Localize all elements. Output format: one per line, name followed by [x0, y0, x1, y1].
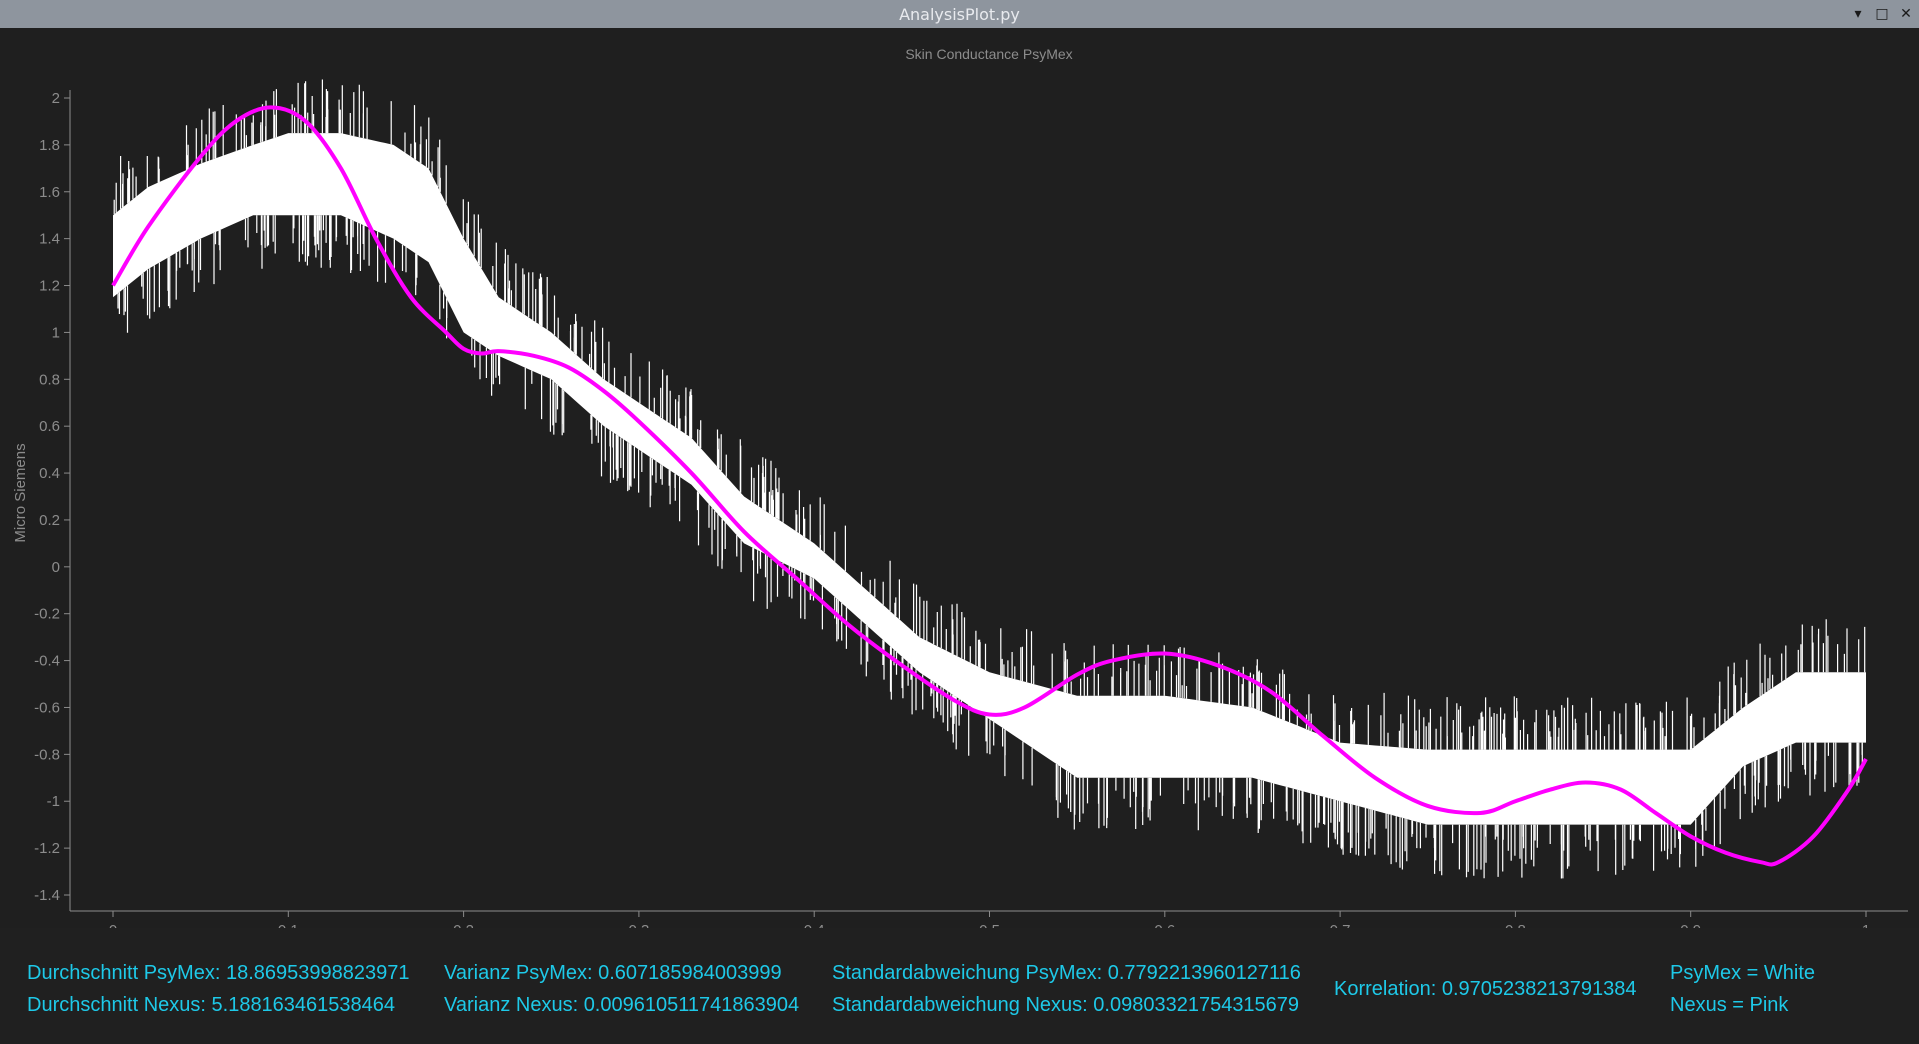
- y-tick-label: 1.6: [39, 184, 60, 201]
- y-tick-label: 0.8: [39, 371, 60, 388]
- y-tick-label: 0.4: [39, 465, 60, 482]
- y-tick-label: 1.8: [39, 137, 60, 154]
- y-tick-label: 0: [52, 559, 60, 576]
- plot-area[interactable]: Skin Conductance PsyMex Micro Siemens 2 1…: [0, 28, 1919, 928]
- stat-durchschnitt-psymex: Durchschnitt PsyMex: 18.86953998823971: [27, 962, 410, 984]
- x-ticks: 00.10.20.30.40.50.60.70.80.91: [109, 911, 1870, 928]
- maximize-icon[interactable]: □: [1873, 5, 1891, 23]
- psymex-series: [113, 79, 1866, 879]
- y-tick-label: -0.6: [34, 699, 60, 716]
- y-tick-label: -1: [47, 793, 60, 810]
- y-tick-label: 0.6: [39, 418, 60, 435]
- chart-title: Skin Conductance PsyMex: [905, 46, 1072, 62]
- stat-varianz-nexus: Varianz Nexus: 0.009610511741863904: [444, 994, 800, 1016]
- statistics-panel: Durchschnitt PsyMex: 18.86953998823971 D…: [0, 928, 1919, 1044]
- y-tick-label: -0.4: [34, 653, 60, 670]
- stat-std-nexus: Standardabweichung Nexus: 0.098033217543…: [832, 994, 1300, 1016]
- y-tick-label: 1: [52, 324, 60, 341]
- minimize-icon[interactable]: ▾: [1849, 5, 1867, 23]
- y-tick-label: 1.2: [39, 278, 60, 295]
- y-tick-label: -0.8: [34, 746, 60, 763]
- y-tick-label: -1.4: [34, 887, 60, 904]
- close-icon[interactable]: ✕: [1897, 5, 1915, 23]
- stat-varianz-psymex: Varianz PsyMex: 0.607185984003999: [444, 962, 782, 984]
- legend-psymex: PsyMex = White: [1670, 962, 1816, 984]
- y-tick-label: -0.2: [34, 606, 60, 623]
- y-tick-label: 0.2: [39, 512, 60, 529]
- stat-std-psymex: Standardabweichung PsyMex: 0.77922139601…: [832, 962, 1301, 984]
- y-axis-label: Micro Siemens: [12, 443, 29, 542]
- y-tick-label: 2: [52, 90, 60, 107]
- stat-korrelation: Korrelation: 0.9705238213791384: [1334, 978, 1637, 1000]
- y-tick-label: 1.4: [39, 231, 60, 248]
- legend-nexus: Nexus = Pink: [1670, 994, 1789, 1016]
- window-title: AnalysisPlot.py: [899, 5, 1020, 24]
- y-tick-label: -1.2: [34, 840, 60, 857]
- stat-durchschnitt-nexus: Durchschnitt Nexus: 5.188163461538464: [27, 994, 396, 1016]
- chart-svg[interactable]: Skin Conductance PsyMex Micro Siemens 2 1…: [0, 28, 1919, 928]
- y-ticks: 2 1.8 1.6 1.4 1.2 1 0.8 0.6 0.4 0.2 0 -0.2 -0.4 -0.6 -…: [34, 90, 70, 904]
- window-titlebar[interactable]: AnalysisPlot.py ▾ □ ✕: [0, 0, 1919, 28]
